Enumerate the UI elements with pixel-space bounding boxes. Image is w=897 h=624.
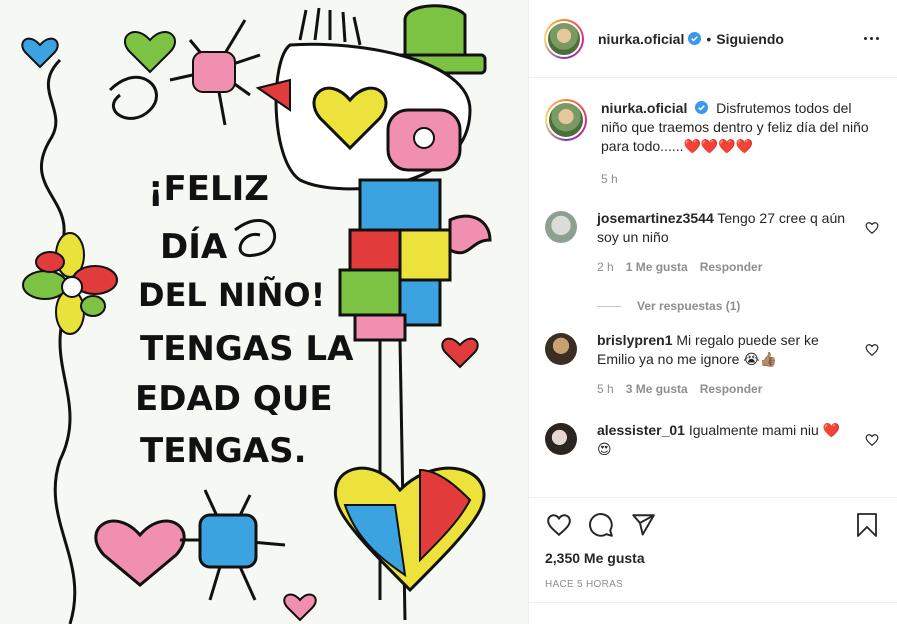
- bookmark-icon[interactable]: [853, 511, 881, 539]
- likes-count[interactable]: 2,350 Me gusta: [545, 550, 881, 566]
- heart-icon[interactable]: [545, 511, 573, 539]
- view-replies-label: Ver respuestas (1): [637, 299, 741, 313]
- post-time-ago[interactable]: HACE 5 HORAS: [545, 579, 881, 590]
- verified-badge-icon: [688, 32, 702, 45]
- comment-like-heart-icon[interactable]: [865, 433, 879, 447]
- reply-button[interactable]: Responder: [700, 380, 763, 399]
- commenter-avatar[interactable]: [545, 333, 577, 365]
- post-image[interactable]: ¡FELIZ DÍA DEL NIÑO! TENGAS LA EDAD QUE …: [0, 0, 528, 624]
- image-text-line2: DÍA: [160, 226, 228, 267]
- post-header: niurka.oficial • Siguiendo: [529, 0, 897, 78]
- image-text-line3: DEL NIÑO!: [138, 276, 325, 314]
- image-text-line6: TENGAS.: [140, 431, 307, 471]
- add-comment-bar[interactable]: [529, 602, 897, 624]
- comment-username[interactable]: alessister_01: [597, 422, 685, 438]
- caption-time[interactable]: 5 h: [601, 170, 618, 189]
- image-text-line5: EDAD QUE: [135, 379, 333, 419]
- caption-username[interactable]: niurka.oficial: [601, 100, 687, 116]
- comment-item: alessister_01 Igualmente mami niu ❤️😍: [545, 421, 881, 459]
- author-username[interactable]: niurka.oficial: [598, 31, 684, 47]
- author-avatar[interactable]: [544, 18, 584, 59]
- separator-dot: •: [706, 30, 712, 47]
- more-options-icon[interactable]: [859, 27, 883, 51]
- image-text-line1: ¡FELIZ: [148, 169, 269, 209]
- comment-username[interactable]: brislypren1: [597, 332, 672, 348]
- illustration: ¡FELIZ DÍA DEL NIÑO! TENGAS LA EDAD QUE …: [21, 4, 492, 624]
- verified-badge-icon: [695, 101, 709, 114]
- image-text-line4: TENGAS LA: [140, 329, 354, 369]
- comments-list: niurka.oficial Disfrutemos todos del niñ…: [529, 79, 897, 497]
- caption: niurka.oficial Disfrutemos todos del niñ…: [545, 99, 881, 189]
- comment-like-heart-icon[interactable]: [865, 343, 879, 357]
- comment-username[interactable]: josemartinez3544: [597, 210, 714, 226]
- post-actions: 2,350 Me gusta HACE 5 HORAS: [529, 497, 897, 590]
- comment-like-heart-icon[interactable]: [865, 221, 879, 235]
- caption-avatar[interactable]: [545, 99, 587, 141]
- following-button[interactable]: Siguiendo: [716, 31, 784, 47]
- post-side-panel: niurka.oficial • Siguiendo niurka.oficia…: [528, 0, 897, 624]
- comment-item: brislypren1 Mi regalo puede ser ke Emili…: [545, 331, 881, 399]
- comment-likes[interactable]: 1 Me gusta: [626, 258, 688, 277]
- commenter-avatar[interactable]: [545, 423, 577, 455]
- comment-time[interactable]: 5 h: [597, 380, 614, 399]
- commenter-avatar[interactable]: [545, 211, 577, 243]
- comment-likes[interactable]: 3 Me gusta: [626, 380, 688, 399]
- reply-button[interactable]: Responder: [700, 258, 763, 277]
- view-replies-button[interactable]: Ver respuestas (1): [597, 299, 881, 313]
- comment-time[interactable]: 2 h: [597, 258, 614, 277]
- comment-icon[interactable]: [587, 511, 615, 539]
- comment-item: josemartinez3544 Tengo 27 cree q aún soy…: [545, 209, 881, 277]
- send-icon[interactable]: [629, 511, 657, 539]
